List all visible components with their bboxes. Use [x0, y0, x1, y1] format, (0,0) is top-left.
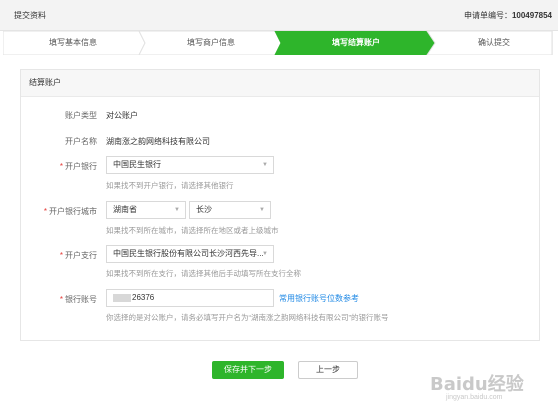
province-select-value: 湖南省	[113, 205, 137, 214]
top-bar: 提交资料 申请单编号：100497854	[0, 0, 558, 31]
save-next-button[interactable]: 保存并下一步	[212, 361, 284, 379]
masked-digits	[113, 293, 131, 302]
step-progress: 填写基本信息 填写商户信息 填写结算账户 确认提交	[3, 31, 553, 55]
watermark-logo: Baidu经验	[430, 374, 524, 395]
account-no-label-text: 银行账号	[65, 295, 97, 304]
bank-label-text: 开户银行	[65, 162, 97, 171]
account-no-hint: 你选择的是对公账户，请务必填写开户名为“湖南涨之韵网络科技有限公司”的银行账号	[106, 313, 389, 322]
city-hint: 如果找不到所在城市，请选择所在地区或者上级城市	[106, 226, 279, 235]
branch-label-text: 开户支行	[65, 251, 97, 260]
account-no-label: * 银行账号	[17, 294, 97, 305]
city-select[interactable]: 长沙 ▼	[189, 201, 271, 219]
account-type-value: 对公账户	[106, 111, 138, 120]
order-value: 100497854	[511, 11, 552, 20]
page-title: 提交资料	[14, 11, 46, 20]
account-name-value: 湖南涨之韵网络科技有限公司	[106, 137, 210, 146]
step-merchant-info: 填写商户信息	[187, 38, 235, 47]
chevron-down-icon: ▼	[259, 207, 265, 213]
branch-hint: 如果找不到所在支行，请选择其他后手动填写所在支行全称	[106, 269, 301, 278]
chevron-down-icon: ▼	[262, 162, 268, 168]
bank-select-value: 中国民生银行	[113, 160, 161, 169]
chevron-down-icon: ▼	[174, 207, 180, 213]
account-no-value: 26376	[132, 293, 155, 302]
watermark-url: jingyan.baidu.com	[446, 394, 503, 401]
city-select-value: 长沙	[196, 205, 212, 214]
page: 提交资料 申请单编号：100497854 填写基本信息 填写商户信息 填写结算账…	[0, 0, 558, 420]
prev-step-button[interactable]: 上一步	[298, 361, 358, 379]
settlement-panel: 结算账户 账户类型 对公账户 开户名称 湖南涨之韵网络科技有限公司 * 开户银行 …	[20, 69, 540, 341]
bank-label: * 开户银行	[17, 161, 97, 172]
account-name-label: 开户名称	[65, 137, 97, 146]
account-no-input[interactable]: 26376	[106, 289, 274, 307]
chevron-down-icon: ▼	[262, 251, 268, 257]
required-mark: *	[59, 295, 63, 304]
panel-title: 结算账户	[21, 70, 539, 97]
city-label: * 开户银行城市	[17, 206, 97, 217]
required-mark: *	[59, 162, 63, 171]
order-number: 申请单编号：100497854	[464, 10, 552, 21]
branch-label: * 开户支行	[17, 250, 97, 261]
branch-select-value: 中国民生银行股份有限公司长沙河西先导...	[113, 249, 264, 258]
step-basic-info: 填写基本信息	[49, 38, 97, 47]
province-select[interactable]: 湖南省 ▼	[106, 201, 186, 219]
step-confirm-submit: 确认提交	[478, 38, 510, 47]
branch-select[interactable]: 中国民生银行股份有限公司长沙河西先导... ▼	[106, 245, 274, 263]
account-length-reference-link[interactable]: 常用银行账号位数参考	[279, 293, 359, 304]
required-mark: *	[59, 251, 63, 260]
account-type-label: 账户类型	[65, 111, 97, 120]
order-label: 申请单编号：	[463, 11, 512, 20]
required-mark: *	[43, 207, 47, 216]
city-label-text: 开户银行城市	[49, 207, 97, 216]
step-settlement-account: 填写结算账户	[332, 38, 380, 47]
bank-hint: 如果找不到开户银行，请选择其他银行	[106, 181, 234, 190]
bank-select[interactable]: 中国民生银行 ▼	[106, 156, 274, 174]
